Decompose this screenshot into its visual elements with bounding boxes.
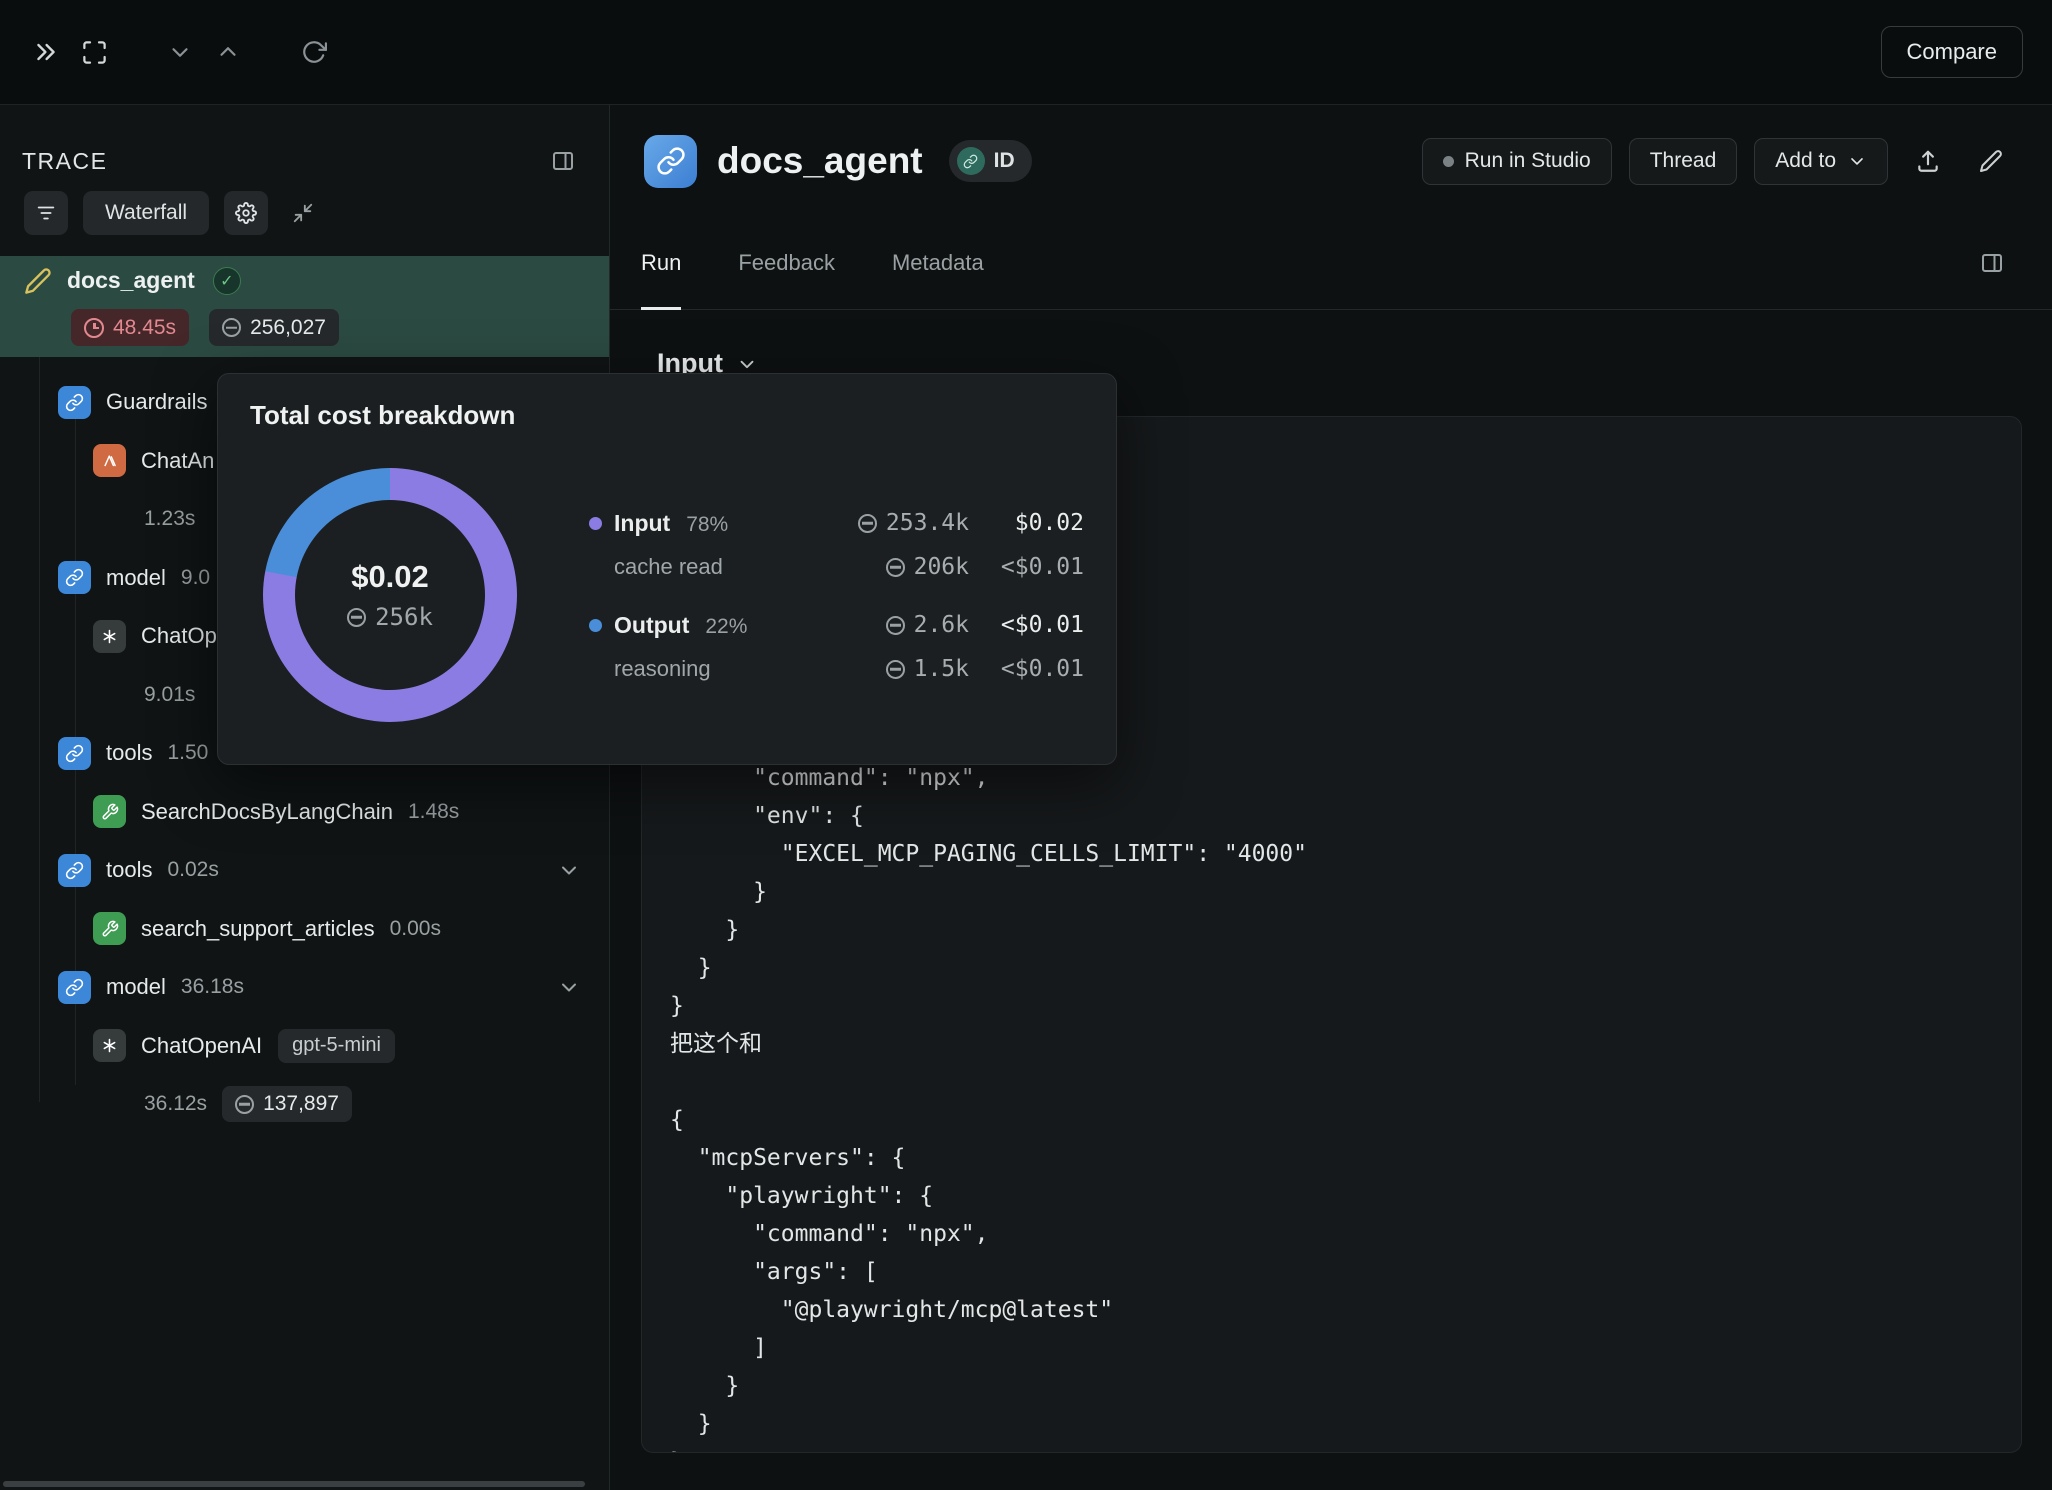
token-icon xyxy=(886,616,905,635)
wrench-icon xyxy=(93,795,126,828)
trace-node-model-2[interactable]: model 36.18s xyxy=(0,958,609,1017)
trace-node-search-support[interactable]: search_support_articles 0.00s xyxy=(0,900,609,959)
model-name-badge: gpt-5-mini xyxy=(278,1029,395,1063)
chevron-up-icon xyxy=(215,39,241,65)
app-root: Compare TRACE Waterfall docs_agent ✓ 48.… xyxy=(0,0,2052,1490)
tokens-badge: 137,897 xyxy=(222,1086,352,1122)
fullscreen-button[interactable] xyxy=(70,28,118,76)
refresh-button[interactable] xyxy=(290,28,338,76)
trace-panel-title: TRACE xyxy=(22,148,107,175)
donut-center: $0.02 256k xyxy=(263,468,517,722)
compare-button[interactable]: Compare xyxy=(1881,26,2023,78)
duration-badge: 48.45s xyxy=(71,309,189,346)
run-in-studio-button[interactable]: Run in Studio xyxy=(1422,138,1612,185)
thread-button[interactable]: Thread xyxy=(1629,138,1738,185)
chain-icon xyxy=(58,737,91,770)
next-run-button[interactable] xyxy=(204,28,252,76)
legend-row-output: Output22% 2.6k <$0.01 xyxy=(589,603,1084,647)
legend-row-input: Input78% 253.4k $0.02 xyxy=(589,501,1084,545)
add-to-button[interactable]: Add to xyxy=(1754,138,1888,185)
token-icon xyxy=(235,1095,254,1114)
tooltip-title: Total cost breakdown xyxy=(250,400,515,431)
trace-node-searchdocs[interactable]: SearchDocsByLangChain 1.48s xyxy=(0,783,609,842)
trace-sidebar: TRACE Waterfall docs_agent ✓ 48.45s 256,… xyxy=(0,105,610,1490)
share-button[interactable] xyxy=(1905,138,1951,184)
refresh-icon xyxy=(301,39,327,65)
view-mode-button[interactable]: Waterfall xyxy=(83,191,209,235)
token-icon xyxy=(886,558,905,577)
trace-panel-toggle-button[interactable] xyxy=(545,143,581,179)
run-title: docs_agent xyxy=(717,140,923,182)
legend-row-reasoning: reasoning 1.5k <$0.01 xyxy=(589,647,1084,691)
cost-legend: Input78% 253.4k $0.02 cache read 206k <$… xyxy=(589,501,1084,691)
run-detail-panel: docs_agent ID Run in Studio Thread Add t… xyxy=(610,105,2052,1490)
trace-stats-row: 36.12s 137,897 xyxy=(0,1075,609,1134)
upload-icon xyxy=(1915,148,1941,174)
chain-icon xyxy=(58,386,91,419)
input-color-dot xyxy=(589,517,602,530)
link-icon xyxy=(957,147,985,175)
horizontal-scrollbar-thumb[interactable] xyxy=(3,1481,585,1487)
panel-icon xyxy=(1980,251,2004,275)
cost-breakdown-tooltip: Total cost breakdown $0.02 256k Input78%… xyxy=(217,373,1117,765)
run-header: docs_agent ID Run in Studio Thread Add t… xyxy=(610,105,2052,217)
trace-controls: Waterfall xyxy=(24,191,323,235)
collapse-all-button[interactable] xyxy=(283,191,323,235)
panel-icon xyxy=(551,149,575,173)
tokens-badge: 256,027 xyxy=(209,309,339,346)
chain-icon xyxy=(58,854,91,887)
token-icon xyxy=(347,608,366,627)
total-tokens-value: 256k xyxy=(347,603,433,631)
tab-metadata[interactable]: Metadata xyxy=(892,217,984,309)
pencil-agent-icon xyxy=(24,267,52,295)
collapse-panel-button[interactable] xyxy=(22,28,70,76)
output-color-dot xyxy=(589,619,602,632)
tab-feedback[interactable]: Feedback xyxy=(738,217,835,309)
chain-icon xyxy=(58,561,91,594)
chevron-down-icon xyxy=(557,858,581,882)
chevrons-right-icon xyxy=(32,38,60,66)
gear-icon xyxy=(235,202,257,224)
run-tabs: Run Feedback Metadata xyxy=(610,217,2052,310)
collapse-node-chevron[interactable] xyxy=(557,858,581,882)
chevron-down-icon xyxy=(736,353,758,375)
trace-node-chatopenai-2[interactable]: ChatOpenAI gpt-5-mini xyxy=(0,1017,609,1076)
token-icon xyxy=(858,514,877,533)
chain-icon xyxy=(58,971,91,1004)
collapse-node-chevron[interactable] xyxy=(557,975,581,999)
chain-run-icon xyxy=(644,135,697,188)
wrench-icon xyxy=(93,912,126,945)
filter-icon xyxy=(35,202,57,224)
chevron-down-icon xyxy=(557,975,581,999)
detail-panel-toggle-button[interactable] xyxy=(1974,245,2010,281)
token-icon xyxy=(886,660,905,679)
success-check-badge: ✓ xyxy=(213,267,241,295)
minimize-icon xyxy=(292,202,314,224)
maximize-icon xyxy=(81,39,108,66)
legend-row-cache-read: cache read 206k <$0.01 xyxy=(589,545,1084,589)
total-cost-value: $0.02 xyxy=(351,559,429,595)
openai-icon xyxy=(93,620,126,653)
clock-icon xyxy=(84,318,104,338)
pencil-icon xyxy=(1979,149,2003,173)
openai-icon xyxy=(93,1029,126,1062)
edit-button[interactable] xyxy=(1968,138,2014,184)
chevron-down-icon xyxy=(1847,151,1867,171)
token-icon xyxy=(222,318,241,337)
anthropic-icon xyxy=(93,444,126,477)
header-actions: Run in Studio Thread Add to xyxy=(1422,138,2014,185)
trace-node-tools-2[interactable]: tools 0.02s xyxy=(0,841,609,900)
tab-run[interactable]: Run xyxy=(641,217,681,309)
top-toolbar: Compare xyxy=(0,0,2052,105)
chevron-down-icon xyxy=(167,39,193,65)
filter-button[interactable] xyxy=(24,191,68,235)
trace-root-label: docs_agent xyxy=(67,267,195,294)
trace-root-node[interactable]: docs_agent ✓ 48.45s 256,027 xyxy=(0,256,609,357)
status-dot-icon xyxy=(1443,156,1454,167)
trace-settings-button[interactable] xyxy=(224,191,268,235)
run-id-badge[interactable]: ID xyxy=(949,140,1032,182)
previous-run-button[interactable] xyxy=(156,28,204,76)
